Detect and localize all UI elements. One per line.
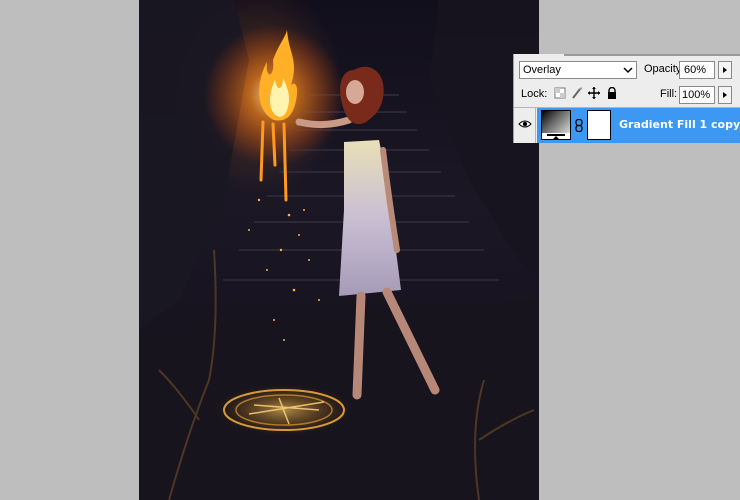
opacity-slider-button[interactable]	[718, 61, 732, 79]
layer-row[interactable]: Gradient Fill 1 copy	[514, 107, 740, 143]
lock-move-icon[interactable]	[588, 87, 600, 99]
lock-label: Lock:	[521, 88, 548, 100]
eye-icon	[518, 120, 532, 128]
panel-edge	[564, 54, 740, 56]
document-canvas[interactable]	[139, 0, 539, 500]
layer-selected-highlight[interactable]: Gradient Fill 1 copy	[537, 108, 740, 143]
mask-thumbnail[interactable]	[587, 110, 611, 140]
lock-paint-icon[interactable]	[571, 87, 583, 99]
gradient-thumbnail[interactable]	[541, 110, 571, 140]
lock-transparent-icon[interactable]	[554, 87, 566, 99]
blend-mode-value: Overlay	[523, 64, 561, 76]
arrow-right-icon	[723, 67, 727, 73]
lock-all-icon[interactable]	[606, 87, 618, 99]
fill-label: Fill:	[660, 88, 678, 100]
arrow-right-icon	[723, 92, 727, 98]
layers-panel: Overlay Opacity: 60% Lock: Fill: 100% Gr…	[513, 54, 740, 143]
layer-name[interactable]: Gradient Fill 1 copy	[619, 118, 740, 131]
visibility-toggle[interactable]	[514, 108, 536, 143]
opacity-input[interactable]: 60%	[679, 61, 715, 79]
fill-input[interactable]: 100%	[679, 86, 715, 104]
blend-mode-dropdown[interactable]: Overlay	[519, 61, 637, 79]
chain-link-icon[interactable]	[575, 119, 583, 132]
artwork-illustration	[139, 0, 539, 500]
fill-slider-button[interactable]	[718, 86, 732, 104]
chevron-down-icon	[623, 67, 633, 74]
